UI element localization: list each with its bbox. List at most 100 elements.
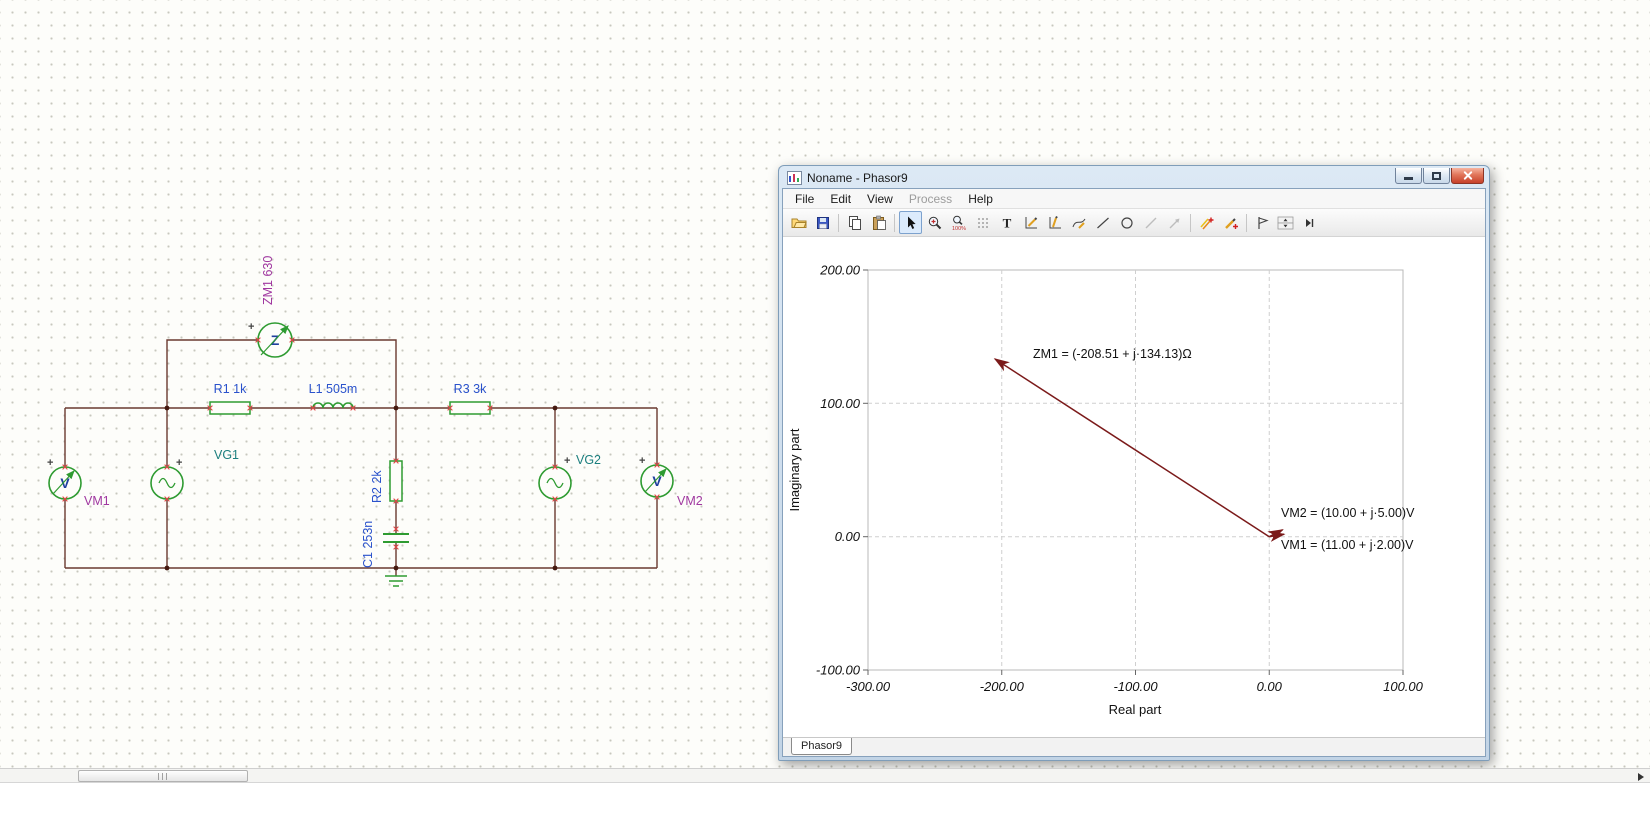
toolbar-separator — [838, 213, 839, 232]
title-bar[interactable]: Noname - Phasor9 — [782, 166, 1486, 188]
menu-help[interactable]: Help — [960, 190, 1001, 208]
resistor-R1[interactable]: R1 1k — [209, 382, 251, 415]
generator-VG1-label: VG1 — [214, 448, 239, 462]
line-tool-button[interactable] — [1091, 211, 1114, 234]
phasor-diagram[interactable]: 200.00 100.00 0.00 -100.00 -300.00 -200.… — [783, 237, 1485, 737]
add-curve-button[interactable] — [1219, 211, 1242, 234]
add-traces-button[interactable] — [1195, 211, 1218, 234]
voltmeter-VM2[interactable]: V + VM2 — [639, 455, 703, 508]
text-tool-button[interactable]: T — [995, 211, 1018, 234]
diagonal-arrow-button-disabled[interactable] — [1163, 211, 1186, 234]
pen-plus-icon — [1224, 217, 1238, 229]
voltmeter-VM2-label: VM2 — [677, 494, 703, 508]
axis-settings-alt-button[interactable] — [1043, 211, 1066, 234]
grid-toggle-button[interactable] — [971, 211, 994, 234]
y-tick: 0.00 — [835, 529, 861, 544]
copy-icon — [848, 215, 861, 230]
x-tick: 100.00 — [1383, 679, 1424, 694]
axis-pen-icon — [1025, 216, 1037, 228]
cursor-button[interactable] — [899, 211, 922, 234]
phasor-window[interactable]: Noname - Phasor9 File Edit View Process … — [778, 165, 1490, 761]
zoom-in-icon — [928, 216, 941, 229]
colored-traces-icon — [1199, 217, 1213, 230]
axis-settings-button[interactable] — [1019, 211, 1042, 234]
window-app-icon — [787, 170, 802, 185]
inductor-L1[interactable]: L1 505m — [309, 382, 358, 409]
tab-phasor9[interactable]: Phasor9 — [791, 738, 852, 755]
menu-file[interactable]: File — [787, 190, 822, 208]
grid-icon — [977, 217, 988, 228]
marker-flag-icon — [1257, 216, 1269, 229]
toolbar-separator — [894, 213, 895, 232]
scroll-right-button[interactable] — [1635, 771, 1647, 782]
text-tool-glyph: T — [1002, 215, 1011, 230]
cursor-icon — [907, 216, 916, 229]
menu-view[interactable]: View — [859, 190, 901, 208]
voltmeter-VM1[interactable]: V + VM1 — [47, 457, 110, 508]
line-icon — [1096, 217, 1109, 228]
chart-area[interactable]: 200.00 100.00 0.00 -100.00 -300.00 -200.… — [783, 237, 1485, 737]
menu-bar: File Edit View Process Help — [783, 189, 1485, 209]
polarity-plus: + — [639, 455, 645, 467]
save-button[interactable] — [811, 211, 834, 234]
toolbar-separator — [1190, 213, 1191, 232]
generator-VG2[interactable]: + VG2 — [538, 453, 601, 500]
zoom-100-label: 100% — [951, 226, 965, 231]
diagram-tab-bar: Phasor9 — [783, 737, 1485, 756]
open-button[interactable] — [787, 211, 810, 234]
x-tick: -200.00 — [980, 679, 1025, 694]
next-page-button[interactable] — [1297, 211, 1320, 234]
app-screen: V + VM1 + VG1 Z + ZM1 630 R1 1k L1 505m … — [0, 0, 1650, 828]
resistor-R3-label: R3 3k — [454, 382, 487, 396]
curve-edit-button[interactable] — [1067, 211, 1090, 234]
minimize-icon — [1404, 177, 1413, 180]
x-tick: -300.00 — [846, 679, 891, 694]
toolbar: 100% T — [783, 209, 1485, 237]
spinner-icon — [1277, 216, 1293, 229]
spinner-control[interactable] — [1275, 211, 1296, 234]
horizontal-scrollbar[interactable] — [0, 768, 1650, 783]
generator-VG1[interactable]: + VG1 — [150, 448, 239, 500]
scrollbar-grip-icon — [157, 772, 169, 780]
marker-button[interactable] — [1251, 211, 1274, 234]
zoom-100-icon: 100% — [951, 215, 966, 231]
label-ZM1: ZM1 = (-208.51 + j·134.13)Ω — [1033, 347, 1192, 361]
capacitor-C1[interactable]: C1 253n — [361, 521, 409, 568]
impedance-meter-ZM1[interactable]: Z + ZM1 630 — [248, 256, 293, 358]
y-tick: -100.00 — [816, 663, 861, 678]
circuit-schematic[interactable]: V + VM1 + VG1 Z + ZM1 630 R1 1k L1 505m … — [0, 0, 780, 650]
y-tick: 200.00 — [819, 263, 861, 278]
zoom-100-button[interactable]: 100% — [947, 211, 970, 234]
copy-button[interactable] — [843, 211, 866, 234]
axis-pen-alt-icon — [1049, 215, 1061, 228]
ellipse-tool-button[interactable] — [1115, 211, 1138, 234]
paste-button[interactable] — [867, 211, 890, 234]
polarity-plus: + — [176, 457, 182, 469]
save-icon — [816, 216, 829, 229]
x-axis-label: Real part — [1109, 702, 1162, 717]
next-arrow-icon — [1305, 218, 1313, 227]
generator-VG2-label: VG2 — [576, 453, 601, 467]
maximize-icon — [1432, 171, 1441, 180]
ellipse-icon — [1120, 216, 1133, 229]
minimize-button[interactable] — [1395, 168, 1422, 184]
x-tick: -100.00 — [1113, 679, 1158, 694]
open-icon — [791, 218, 807, 228]
label-VM1: VM1 = (11.00 + j·2.00)V — [1281, 538, 1414, 552]
resistor-R2[interactable]: R2 2k — [370, 460, 403, 503]
text-icon: T — [1002, 215, 1011, 230]
diagonal-line-button-disabled[interactable] — [1139, 211, 1162, 234]
ground-symbol[interactable] — [385, 575, 407, 587]
maximize-button[interactable] — [1423, 168, 1450, 184]
y-axis-label: Imaginary part — [787, 428, 802, 511]
menu-process[interactable]: Process — [901, 190, 960, 208]
close-button[interactable] — [1451, 168, 1484, 184]
scroll-right-icon — [1638, 772, 1644, 781]
zoom-in-button[interactable] — [923, 211, 946, 234]
polarity-plus: + — [248, 321, 254, 333]
scrollbar-thumb[interactable] — [78, 770, 248, 782]
capacitor-C1-label: C1 253n — [361, 521, 375, 568]
menu-edit[interactable]: Edit — [822, 190, 859, 208]
resistor-R1-label: R1 1k — [214, 382, 247, 396]
resistor-R3[interactable]: R3 3k — [449, 382, 491, 415]
